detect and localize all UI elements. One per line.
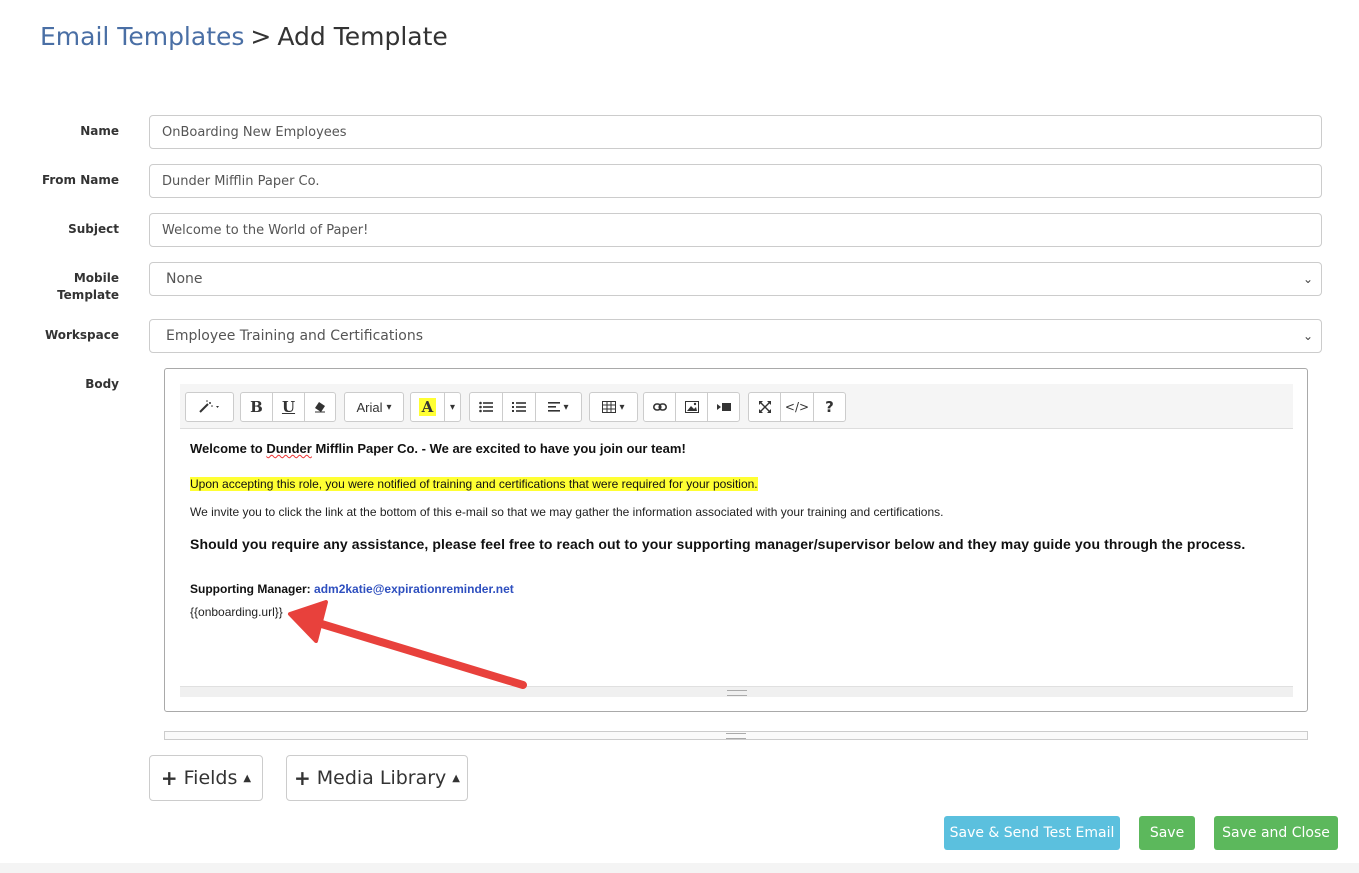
media-library-dropdown-button[interactable]: + Media Library ▲ — [286, 755, 468, 801]
outer-resize-handle[interactable] — [164, 731, 1308, 740]
save-send-test-email-button[interactable]: Save & Send Test Email — [944, 816, 1120, 850]
annotation-arrow — [288, 600, 527, 689]
save-and-close-button[interactable]: Save and Close — [1214, 816, 1338, 850]
footer-strip — [0, 863, 1359, 873]
caret-up-icon: ▲ — [243, 772, 252, 784]
media-library-label: Media Library — [316, 767, 447, 789]
grip-icon — [726, 733, 746, 739]
caret-up-icon: ▲ — [452, 772, 460, 784]
plus-icon: + — [293, 766, 311, 790]
plus-icon: + — [160, 766, 178, 790]
save-button[interactable]: Save — [1139, 816, 1195, 850]
fields-dropdown-button[interactable]: + Fields ▲ — [149, 755, 263, 801]
fields-label: Fields — [183, 767, 238, 789]
